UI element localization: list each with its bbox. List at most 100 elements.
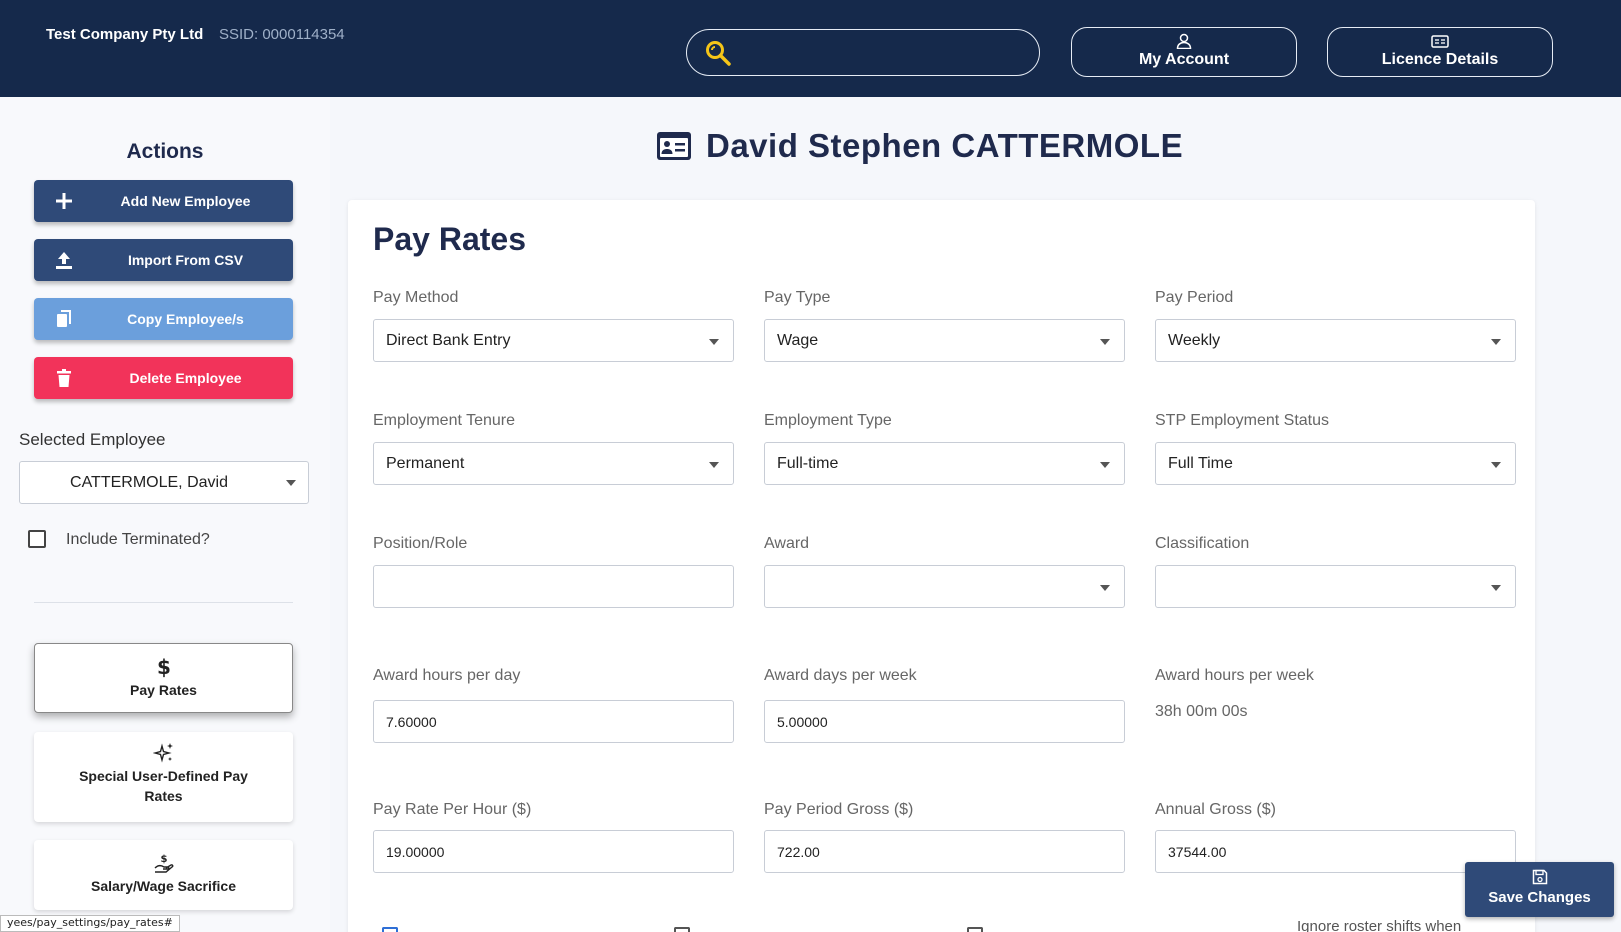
- award-days-week-value: 5.00000: [777, 714, 828, 730]
- award-hours-day-label: Award hours per day: [373, 667, 521, 684]
- floppy-disk-icon: [1532, 869, 1547, 885]
- position-role-input[interactable]: [373, 565, 734, 608]
- employment-type-value: Full-time: [777, 455, 839, 472]
- chevron-down-icon: [286, 480, 296, 486]
- award-label: Award: [764, 535, 810, 552]
- annual-gross-input[interactable]: 37544.00: [1155, 830, 1516, 873]
- id-card-icon: [1431, 35, 1449, 48]
- my-account-button[interactable]: My Account: [1071, 27, 1297, 77]
- option-checkbox-2[interactable]: [674, 927, 690, 932]
- award-select[interactable]: [764, 565, 1125, 608]
- chevron-down-icon: [1491, 339, 1501, 345]
- copy-employees-label: Copy Employee/s: [127, 311, 244, 327]
- plus-icon: [56, 193, 72, 209]
- pay-type-select[interactable]: Wage: [764, 319, 1125, 362]
- user-icon: [1176, 33, 1192, 49]
- dollar-icon: $: [157, 656, 171, 678]
- employment-tenure-value: Permanent: [386, 455, 465, 472]
- section-title: Pay Rates: [373, 221, 526, 257]
- pay-method-value: Direct Bank Entry: [386, 332, 511, 349]
- trash-icon: [57, 369, 71, 387]
- stp-status-label: STP Employment Status: [1155, 412, 1329, 429]
- annual-gross-value: 37544.00: [1168, 844, 1227, 860]
- upload-icon: [56, 252, 72, 269]
- import-csv-button[interactable]: Import From CSV: [34, 239, 293, 281]
- pay-rate-hour-label: Pay Rate Per Hour ($): [373, 801, 532, 818]
- award-hours-day-value: 7.60000: [386, 714, 437, 730]
- add-new-employee-button[interactable]: Add New Employee: [34, 180, 293, 222]
- include-terminated-checkbox[interactable]: [28, 530, 46, 548]
- nav-pay-rates[interactable]: $ Pay Rates: [34, 643, 293, 713]
- pay-period-value: Weekly: [1168, 332, 1221, 349]
- import-csv-label: Import From CSV: [127, 252, 244, 268]
- pay-method-label: Pay Method: [373, 289, 459, 306]
- actions-title: Actions: [126, 140, 204, 163]
- id-card-icon: [657, 132, 691, 160]
- option-checkbox-3[interactable]: [967, 927, 983, 932]
- include-terminated-label: Include Terminated?: [66, 531, 210, 548]
- my-account-label: My Account: [1138, 51, 1230, 68]
- search-icon: [706, 41, 731, 66]
- save-changes-button[interactable]: Save Changes: [1465, 862, 1614, 917]
- selected-employee-label: Selected Employee: [19, 430, 166, 449]
- status-bar-url: yees/pay_settings/pay_rates#: [0, 915, 180, 932]
- pay-type-label: Pay Type: [764, 289, 831, 306]
- pay-rate-hour-input[interactable]: 19.00000: [373, 830, 734, 873]
- pay-period-label: Pay Period: [1155, 289, 1234, 306]
- ignore-roster-label: Ignore roster shifts when: [1297, 918, 1462, 932]
- award-hours-week-label: Award hours per week: [1155, 667, 1314, 684]
- award-days-week-label: Award days per week: [764, 667, 917, 684]
- selected-employee-select[interactable]: CATTERMOLE, David: [19, 461, 309, 504]
- copy-employees-button[interactable]: Copy Employee/s: [34, 298, 293, 340]
- nav-special-pay-rates[interactable]: Special User-Defined Pay Rates: [34, 732, 293, 822]
- annual-gross-label: Annual Gross ($): [1155, 801, 1276, 818]
- licence-details-button[interactable]: Licence Details: [1327, 27, 1553, 77]
- pay-period-gross-input[interactable]: 722.00: [764, 830, 1125, 873]
- ssid-label: SSID: 0000114354: [219, 26, 345, 43]
- chevron-down-icon: [1100, 585, 1110, 591]
- company-name: Test Company Pty Ltd: [46, 26, 204, 43]
- award-hours-week-value: 38h 00m 00s: [1155, 703, 1248, 720]
- delete-employee-button[interactable]: Delete Employee: [34, 357, 293, 399]
- stp-status-select[interactable]: Full Time: [1155, 442, 1516, 485]
- classification-select[interactable]: [1155, 565, 1516, 608]
- search-input[interactable]: [686, 29, 1040, 76]
- stp-status-value: Full Time: [1168, 455, 1233, 472]
- nav-special-pay-rates-label: Special User-Defined Pay Rates: [79, 768, 248, 804]
- pay-period-select[interactable]: Weekly: [1155, 319, 1516, 362]
- copy-icon: [57, 310, 71, 327]
- selected-employee-value: CATTERMOLE, David: [70, 474, 228, 491]
- employment-type-select[interactable]: Full-time: [764, 442, 1125, 485]
- chevron-down-icon: [1100, 462, 1110, 468]
- nav-salary-sacrifice-label: Salary/Wage Sacrifice: [90, 878, 236, 894]
- sidebar-divider: [34, 602, 293, 603]
- top-header: Test Company Pty Ltd SSID: 0000114354 My…: [0, 0, 1621, 97]
- employee-name: David Stephen CATTERMOLE: [706, 127, 1184, 164]
- pay-period-gross-value: 722.00: [777, 844, 820, 860]
- award-days-week-input[interactable]: 5.00000: [764, 700, 1125, 743]
- classification-label: Classification: [1155, 535, 1250, 552]
- delete-employee-label: Delete Employee: [129, 370, 242, 386]
- pay-rate-hour-value: 19.00000: [386, 844, 445, 860]
- employment-tenure-select[interactable]: Permanent: [373, 442, 734, 485]
- chevron-down-icon: [1100, 339, 1110, 345]
- svg-text:$: $: [160, 854, 167, 865]
- chevron-down-icon: [1491, 585, 1501, 591]
- pay-type-value: Wage: [777, 332, 819, 349]
- sparkles-icon: [152, 743, 173, 763]
- svg-text:$: $: [157, 656, 171, 678]
- hand-coin-icon: $: [154, 854, 173, 873]
- award-hours-day-input[interactable]: 7.60000: [373, 700, 734, 743]
- pay-method-select[interactable]: Direct Bank Entry: [373, 319, 734, 362]
- chevron-down-icon: [709, 462, 719, 468]
- nav-pay-rates-label: Pay Rates: [130, 682, 197, 698]
- licence-details-label: Licence Details: [1381, 51, 1499, 68]
- employment-tenure-label: Employment Tenure: [373, 412, 515, 429]
- sidebar: Actions Add New Employee Import From CSV…: [0, 97, 330, 932]
- add-new-employee-label: Add New Employee: [120, 193, 251, 209]
- chevron-down-icon: [1491, 462, 1501, 468]
- option-checkbox-1[interactable]: [382, 927, 398, 932]
- nav-salary-sacrifice[interactable]: $ Salary/Wage Sacrifice: [34, 840, 293, 910]
- pay-period-gross-label: Pay Period Gross ($): [764, 801, 914, 818]
- save-changes-label: Save Changes: [1488, 889, 1591, 906]
